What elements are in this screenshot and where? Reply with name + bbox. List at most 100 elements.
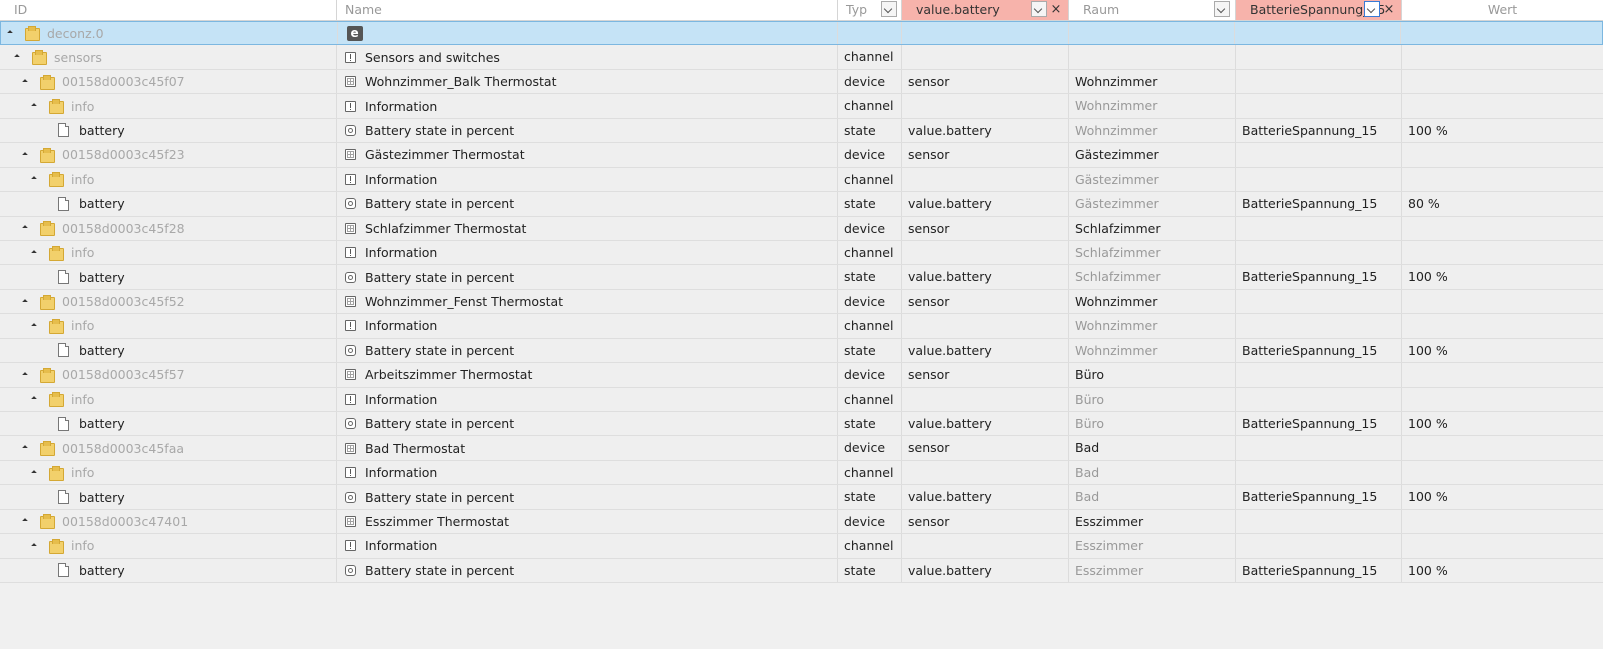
role-filter-clear-icon[interactable]: × xyxy=(1050,0,1062,19)
tree-cell-value xyxy=(1402,363,1603,386)
device-icon xyxy=(345,222,356,234)
tree-cell-role: value.battery xyxy=(902,265,1069,289)
tree-row-state[interactable]: battery Battery state in percent state valu… xyxy=(0,558,1603,584)
info-id-label: info xyxy=(71,465,95,481)
device-name-label: Esszimmer Thermostat xyxy=(365,513,510,529)
tree-cell-value[interactable]: 100 % xyxy=(1402,339,1603,362)
channel-icon xyxy=(345,467,356,479)
tree-cell-role xyxy=(902,22,1069,45)
tree-cell-function xyxy=(1236,436,1402,460)
tree-row-device[interactable]: 00158d0003c45f23 Gästezimmer Thermostat de… xyxy=(0,143,1603,168)
expand-toggle-icon[interactable] xyxy=(21,445,36,451)
expand-toggle-icon[interactable] xyxy=(30,323,45,329)
expand-toggle-icon[interactable] xyxy=(21,372,36,378)
tree-cell-room: Schlafzimmer xyxy=(1069,265,1236,289)
tree-cell-value xyxy=(1402,168,1603,191)
tree-cell-value[interactable]: 100 % xyxy=(1402,559,1603,582)
folder-icon xyxy=(49,245,64,261)
tree-cell-typ: device xyxy=(838,436,902,460)
info-id-label: info xyxy=(71,538,95,554)
column-header-room[interactable]: Raum xyxy=(1069,0,1236,20)
info-name-label: Information xyxy=(365,391,438,407)
role-filter-dropdown-icon[interactable] xyxy=(1031,1,1047,17)
tree-cell-id: info xyxy=(0,387,337,411)
tree-row-info[interactable]: info Information channel Büro xyxy=(0,387,1603,412)
expand-toggle-icon[interactable] xyxy=(30,176,45,183)
tree-cell-id: 00158d0003c45f57 xyxy=(0,363,337,387)
column-header-value[interactable]: Wert xyxy=(1402,0,1603,20)
tree-cell-value xyxy=(1402,94,1603,117)
state-icon xyxy=(345,564,356,576)
tree-row-device[interactable]: 00158d0003c45f07 Wohnzimmer_Balk Thermost… xyxy=(0,69,1603,95)
tree-row-state[interactable]: battery Battery state in percent state valu… xyxy=(0,485,1603,510)
column-header-id[interactable]: ID xyxy=(0,0,337,20)
expand-toggle-icon[interactable] xyxy=(21,78,36,85)
tree-row-state[interactable]: battery Battery state in percent state valu… xyxy=(0,118,1603,144)
tree-cell-typ: channel xyxy=(838,387,902,411)
tree-cell-value xyxy=(1402,314,1603,337)
tree-cell-typ: channel xyxy=(838,314,902,338)
expand-toggle-icon[interactable] xyxy=(30,103,45,109)
expand-toggle-icon[interactable] xyxy=(21,518,36,525)
folder-icon xyxy=(40,294,55,310)
tree-cell-value xyxy=(1402,388,1603,411)
tree-cell-value[interactable]: 100 % xyxy=(1402,485,1603,508)
room-filter-dropdown-icon[interactable] xyxy=(1214,1,1230,17)
tree-cell-typ xyxy=(838,22,902,45)
function-filter-clear-icon[interactable]: × xyxy=(1383,0,1395,19)
expand-toggle-icon[interactable] xyxy=(30,469,45,476)
expand-toggle-icon[interactable] xyxy=(21,225,36,232)
tree-cell-room: Wohnzimmer xyxy=(1069,314,1236,338)
tree-row-device[interactable]: 00158d0003c45f57 Arbeitszimmer Thermostat… xyxy=(0,363,1603,388)
file-icon xyxy=(58,123,69,138)
tree-cell-typ: device xyxy=(838,69,902,94)
state-id-label: battery xyxy=(79,122,125,138)
tree-row-device[interactable]: 00158d0003c45f52 Wohnzimmer_Fenst Thermos… xyxy=(0,289,1603,315)
typ-filter-dropdown-icon[interactable] xyxy=(881,1,897,17)
tree-row-device[interactable]: 00158d0003c45faa Bad Thermostat device sens… xyxy=(0,436,1603,461)
tree-cell-role: sensor xyxy=(902,509,1069,534)
tree-cell-value[interactable]: 100 % xyxy=(1402,412,1603,435)
expand-toggle-icon[interactable] xyxy=(30,396,45,403)
tree-row-root[interactable]: deconz.0 e xyxy=(0,21,1603,46)
tree-cell-room: Schlafzimmer xyxy=(1069,216,1236,240)
tree-cell-value[interactable]: 80 % xyxy=(1402,192,1603,215)
column-header-role-filter[interactable]: value.battery × xyxy=(902,0,1069,20)
tree-row-sensors[interactable]: sensors Sensors and switches channel xyxy=(0,45,1603,70)
tree-row-state[interactable]: battery Battery state in percent state valu… xyxy=(0,338,1603,364)
tree-row-state[interactable]: battery Battery state in percent state valu… xyxy=(0,265,1603,290)
tree-row-info[interactable]: info Information channel Gästezimmer xyxy=(0,167,1603,193)
column-header-name[interactable]: Name xyxy=(337,0,838,20)
info-name-label: Information xyxy=(365,245,438,261)
tree-cell-id: battery xyxy=(0,118,337,143)
expand-toggle-icon[interactable] xyxy=(30,543,45,549)
tree-row-state[interactable]: battery Battery state in percent state valu… xyxy=(0,412,1603,437)
tree-cell-function xyxy=(1236,314,1402,338)
expand-toggle-icon[interactable] xyxy=(6,30,21,37)
tree-cell-room: Wohnzimmer xyxy=(1069,118,1236,143)
tree-cell-room: Bad xyxy=(1069,485,1236,509)
tree-row-info[interactable]: info Information channel Wohnzimmer xyxy=(0,314,1603,339)
expand-toggle-icon[interactable] xyxy=(13,54,28,60)
tree-row-device[interactable]: 00158d0003c45f28 Schlafzimmer Thermostat d… xyxy=(0,216,1603,241)
tree-row-state[interactable]: battery Battery state in percent state valu… xyxy=(0,192,1603,217)
tree-cell-room: Bad xyxy=(1069,436,1236,460)
device-name-label: Gästezimmer Thermostat xyxy=(365,147,525,163)
device-id-label: 00158d0003c45f52 xyxy=(62,294,185,310)
function-filter-dropdown-icon[interactable] xyxy=(1364,1,1380,17)
tree-row-info[interactable]: info Information channel Bad xyxy=(0,460,1603,486)
tree-cell-name: Battery state in percent xyxy=(337,485,838,509)
tree-cell-value[interactable]: 100 % xyxy=(1402,265,1603,288)
column-header-typ[interactable]: Typ xyxy=(838,0,902,20)
expand-toggle-icon[interactable] xyxy=(30,249,45,256)
tree-row-info[interactable]: info Information channel Schlafzimmer xyxy=(0,240,1603,266)
tree-cell-room: Büro xyxy=(1069,412,1236,436)
tree-row-info[interactable]: info Information channel Wohnzimmer xyxy=(0,94,1603,119)
tree-row-info[interactable]: info Information channel Esszimmer xyxy=(0,534,1603,559)
tree-cell-value[interactable]: 100 % xyxy=(1402,119,1603,142)
column-header-function-filter[interactable]: BatterieSpannung_15 × xyxy=(1236,0,1402,20)
expand-toggle-icon[interactable] xyxy=(21,298,36,305)
tree-cell-typ: state xyxy=(838,485,902,509)
tree-row-device[interactable]: 00158d0003c47401 Esszimmer Thermostat devi… xyxy=(0,509,1603,535)
expand-toggle-icon[interactable] xyxy=(21,152,36,158)
